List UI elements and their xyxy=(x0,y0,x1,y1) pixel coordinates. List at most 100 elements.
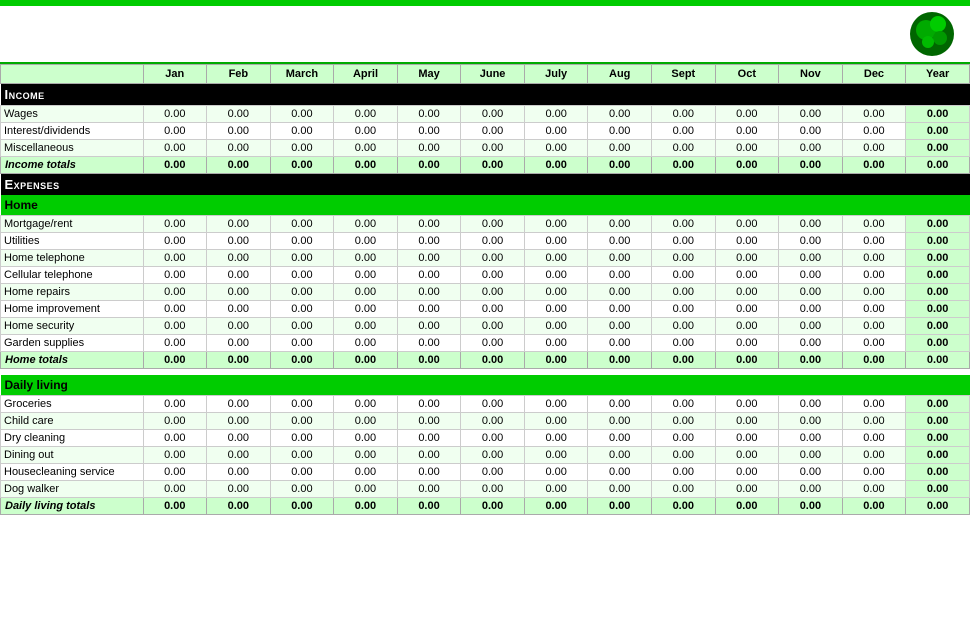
value-cell[interactable]: 0.00 xyxy=(779,335,843,352)
value-cell[interactable]: 0.00 xyxy=(334,250,398,267)
value-cell[interactable]: 0.00 xyxy=(461,250,525,267)
value-cell[interactable]: 0.00 xyxy=(334,140,398,157)
value-cell[interactable]: 0.00 xyxy=(334,412,398,429)
value-cell[interactable]: 0.00 xyxy=(524,429,588,446)
value-cell[interactable]: 0.00 xyxy=(207,284,271,301)
year-cell[interactable]: 0.00 xyxy=(906,123,970,140)
value-cell[interactable]: 0.00 xyxy=(461,429,525,446)
value-cell[interactable]: 0.00 xyxy=(207,395,271,412)
value-cell[interactable]: 0.00 xyxy=(270,395,334,412)
value-cell[interactable]: 0.00 xyxy=(461,301,525,318)
value-cell[interactable]: 0.00 xyxy=(842,140,906,157)
value-cell[interactable]: 0.00 xyxy=(715,250,779,267)
value-cell[interactable]: 0.00 xyxy=(334,335,398,352)
value-cell[interactable]: 0.00 xyxy=(715,335,779,352)
value-cell[interactable]: 0.00 xyxy=(397,267,461,284)
value-cell[interactable]: 0.00 xyxy=(461,216,525,233)
value-cell[interactable]: 0.00 xyxy=(715,140,779,157)
value-cell[interactable]: 0.00 xyxy=(143,301,207,318)
value-cell[interactable]: 0.00 xyxy=(397,412,461,429)
value-cell[interactable]: 0.00 xyxy=(334,429,398,446)
value-cell[interactable]: 0.00 xyxy=(524,318,588,335)
value-cell[interactable]: 0.00 xyxy=(334,233,398,250)
value-cell[interactable]: 0.00 xyxy=(143,318,207,335)
value-cell[interactable]: 0.00 xyxy=(397,123,461,140)
value-cell[interactable]: 0.00 xyxy=(397,318,461,335)
value-cell[interactable]: 0.00 xyxy=(207,318,271,335)
value-cell[interactable]: 0.00 xyxy=(143,480,207,497)
year-cell[interactable]: 0.00 xyxy=(906,250,970,267)
value-cell[interactable]: 0.00 xyxy=(397,216,461,233)
value-cell[interactable]: 0.00 xyxy=(270,123,334,140)
value-cell[interactable]: 0.00 xyxy=(715,429,779,446)
value-cell[interactable]: 0.00 xyxy=(715,233,779,250)
value-cell[interactable]: 0.00 xyxy=(397,301,461,318)
value-cell[interactable]: 0.00 xyxy=(842,480,906,497)
value-cell[interactable]: 0.00 xyxy=(270,335,334,352)
value-cell[interactable]: 0.00 xyxy=(270,233,334,250)
value-cell[interactable]: 0.00 xyxy=(461,480,525,497)
value-cell[interactable]: 0.00 xyxy=(652,216,716,233)
value-cell[interactable]: 0.00 xyxy=(143,250,207,267)
value-cell[interactable]: 0.00 xyxy=(524,335,588,352)
value-cell[interactable]: 0.00 xyxy=(334,318,398,335)
value-cell[interactable]: 0.00 xyxy=(779,216,843,233)
value-cell[interactable]: 0.00 xyxy=(207,250,271,267)
value-cell[interactable]: 0.00 xyxy=(270,140,334,157)
value-cell[interactable]: 0.00 xyxy=(207,140,271,157)
value-cell[interactable]: 0.00 xyxy=(270,463,334,480)
value-cell[interactable]: 0.00 xyxy=(334,216,398,233)
value-cell[interactable]: 0.00 xyxy=(524,106,588,123)
value-cell[interactable]: 0.00 xyxy=(461,106,525,123)
value-cell[interactable]: 0.00 xyxy=(143,123,207,140)
value-cell[interactable]: 0.00 xyxy=(334,446,398,463)
value-cell[interactable]: 0.00 xyxy=(397,250,461,267)
value-cell[interactable]: 0.00 xyxy=(588,335,652,352)
value-cell[interactable]: 0.00 xyxy=(524,395,588,412)
value-cell[interactable]: 0.00 xyxy=(207,429,271,446)
value-cell[interactable]: 0.00 xyxy=(652,446,716,463)
value-cell[interactable]: 0.00 xyxy=(715,301,779,318)
value-cell[interactable]: 0.00 xyxy=(779,123,843,140)
year-cell[interactable]: 0.00 xyxy=(906,140,970,157)
value-cell[interactable]: 0.00 xyxy=(842,216,906,233)
year-cell[interactable]: 0.00 xyxy=(906,395,970,412)
value-cell[interactable]: 0.00 xyxy=(715,446,779,463)
value-cell[interactable]: 0.00 xyxy=(461,335,525,352)
value-cell[interactable]: 0.00 xyxy=(652,318,716,335)
value-cell[interactable]: 0.00 xyxy=(397,284,461,301)
value-cell[interactable]: 0.00 xyxy=(779,267,843,284)
value-cell[interactable]: 0.00 xyxy=(143,463,207,480)
value-cell[interactable]: 0.00 xyxy=(397,395,461,412)
value-cell[interactable]: 0.00 xyxy=(588,480,652,497)
value-cell[interactable]: 0.00 xyxy=(779,395,843,412)
value-cell[interactable]: 0.00 xyxy=(334,267,398,284)
value-cell[interactable]: 0.00 xyxy=(461,233,525,250)
value-cell[interactable]: 0.00 xyxy=(270,216,334,233)
value-cell[interactable]: 0.00 xyxy=(779,429,843,446)
value-cell[interactable]: 0.00 xyxy=(461,284,525,301)
value-cell[interactable]: 0.00 xyxy=(652,412,716,429)
value-cell[interactable]: 0.00 xyxy=(207,106,271,123)
year-cell[interactable]: 0.00 xyxy=(906,463,970,480)
value-cell[interactable]: 0.00 xyxy=(652,429,716,446)
value-cell[interactable]: 0.00 xyxy=(588,412,652,429)
value-cell[interactable]: 0.00 xyxy=(588,446,652,463)
value-cell[interactable]: 0.00 xyxy=(715,284,779,301)
value-cell[interactable]: 0.00 xyxy=(143,233,207,250)
value-cell[interactable]: 0.00 xyxy=(842,284,906,301)
value-cell[interactable]: 0.00 xyxy=(779,106,843,123)
value-cell[interactable]: 0.00 xyxy=(715,480,779,497)
value-cell[interactable]: 0.00 xyxy=(524,446,588,463)
value-cell[interactable]: 0.00 xyxy=(143,216,207,233)
value-cell[interactable]: 0.00 xyxy=(842,267,906,284)
value-cell[interactable]: 0.00 xyxy=(270,480,334,497)
value-cell[interactable]: 0.00 xyxy=(270,284,334,301)
value-cell[interactable]: 0.00 xyxy=(588,233,652,250)
value-cell[interactable]: 0.00 xyxy=(207,480,271,497)
value-cell[interactable]: 0.00 xyxy=(461,267,525,284)
year-cell[interactable]: 0.00 xyxy=(906,412,970,429)
value-cell[interactable]: 0.00 xyxy=(143,395,207,412)
value-cell[interactable]: 0.00 xyxy=(715,463,779,480)
value-cell[interactable]: 0.00 xyxy=(842,412,906,429)
